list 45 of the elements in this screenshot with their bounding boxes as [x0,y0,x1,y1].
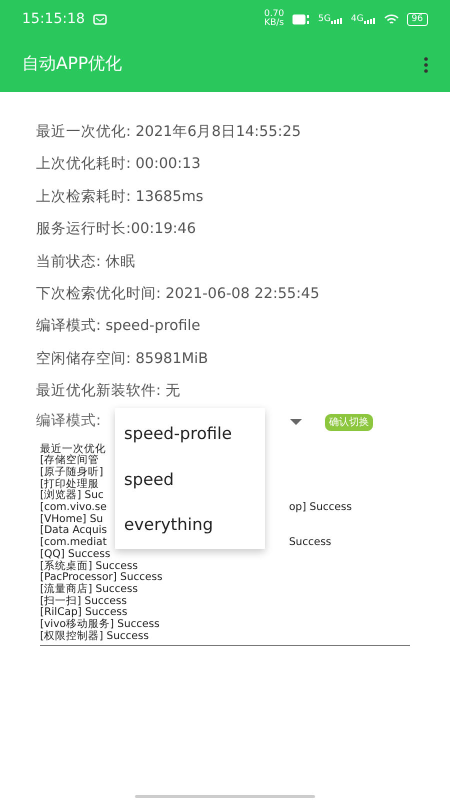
log-line: [存储空间管 [40,454,100,466]
info-text: 最近一次优化: 2021年6月8日14:55:25 [36,123,302,142]
log-line: [com.mediat [40,536,107,548]
menu-item[interactable]: speed-profile [115,410,265,456]
log-line: [打印处理服 [40,478,100,490]
mode-label: 编译模式: [36,412,101,429]
log-line: [com.vivo.se [40,501,107,514]
speed-value: 0.70 [264,10,284,19]
log-line: [RilCap] Success [40,606,128,618]
speed-unit: KB/s [264,19,284,28]
network-type: 4G [350,14,364,24]
signal-icon [364,16,376,24]
signal-icon [330,16,343,24]
log-line: op] Success [289,502,352,514]
menu-item[interactable]: speed [115,456,265,501]
log-line: [系统桌面] Success [40,560,138,572]
network-type: 5G [318,14,331,24]
log-line: [PacProcessor] Success [40,571,162,584]
log-line: 最近一次优化 [40,442,106,455]
log-line: [扫一扫] Success [40,594,127,607]
log-line: Success [289,537,332,549]
log-line: [流量商店] Success [40,582,138,595]
log-line: [Data Acquis [40,524,107,536]
app-title: 自动APP优化 [22,53,122,76]
menu-item[interactable]: everything [115,501,265,546]
log-line: [原子随身听] [40,466,104,478]
info-text: 下次检索优化时间: 2021-06-08 22:55:45 [36,284,320,304]
battery-icon: 96 [406,12,428,26]
info-text: 上次优化耗时: 00:00:13 [36,155,202,174]
info-text: 空闲储存空间: 85981MiB [36,350,210,369]
log-line: [权限控制器] Success [40,630,149,642]
wifi-icon [384,14,399,24]
log-line: [QQ] Success [40,548,110,560]
info-text: 服务运行时长:00:19:46 [36,220,198,240]
info-text: 当前状态: 休眠 [36,252,136,272]
log-line: [vivo移动服务] Success [40,618,160,630]
info-text: 最近优化新装软件: 无 [36,382,182,402]
log-line: [浏览器] Suc [40,489,104,502]
notification-icon [92,14,107,24]
info-text: 编译模式: speed-profile [36,317,202,336]
log-line: [VHome] Su [40,512,104,525]
status-time: 15:15:18 [22,10,85,28]
dropdown-arrow-icon[interactable] [290,418,302,425]
info-text: 上次检索耗时: 13685ms [36,188,204,207]
more-options-icon[interactable] [424,57,428,73]
